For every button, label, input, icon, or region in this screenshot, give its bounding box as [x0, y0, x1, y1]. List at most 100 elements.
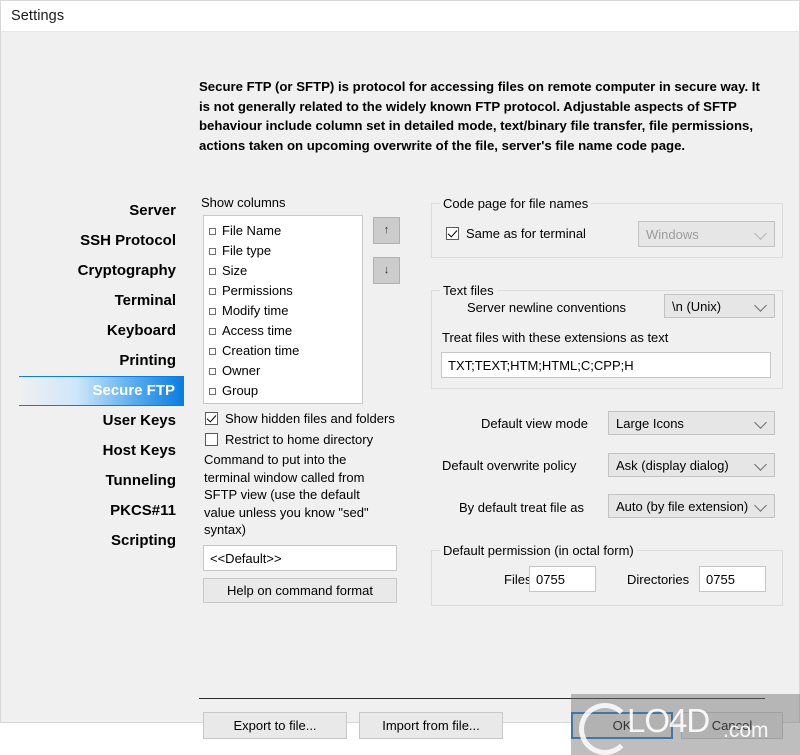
- directories-permission-value: 0755: [706, 571, 735, 587]
- list-item[interactable]: Access time: [209, 321, 362, 341]
- dialog-client-area: Secure FTP (or SFTP) is protocol for acc…: [1, 32, 800, 755]
- sidebar-item-user-keys[interactable]: User Keys: [19, 406, 184, 436]
- overwrite-policy-label: Default overwrite policy: [442, 458, 577, 473]
- same-as-terminal-label: Same as for terminal: [466, 226, 586, 241]
- list-item[interactable]: File type: [209, 241, 362, 261]
- move-column-down-button[interactable]: ↓: [373, 257, 400, 284]
- textfiles-group-label: Text files: [440, 283, 497, 298]
- same-as-terminal-checkbox[interactable]: Same as for terminal: [446, 226, 586, 241]
- treat-file-as-value: Auto (by file extension): [616, 498, 749, 514]
- command-input-value: <<Default>>: [210, 550, 282, 566]
- list-item[interactable]: Modify time: [209, 301, 362, 321]
- list-item[interactable]: Group: [209, 381, 362, 401]
- arrow-down-icon: ↓: [383, 264, 390, 276]
- description-text: Secure FTP (or SFTP) is protocol for acc…: [199, 79, 760, 153]
- list-item-label: Modify time: [222, 303, 289, 318]
- chevron-down-icon: [754, 458, 767, 471]
- show-hidden-files-label: Show hidden files and folders: [225, 411, 395, 426]
- move-column-up-button[interactable]: ↑: [373, 217, 400, 244]
- sidebar-item-keyboard[interactable]: Keyboard: [19, 316, 184, 346]
- sidebar-item-ssh-protocol[interactable]: SSH Protocol: [19, 226, 184, 256]
- checkbox-box-icon: [209, 367, 216, 375]
- sidebar-item-tunneling[interactable]: Tunneling: [19, 466, 184, 496]
- checkbox-box-icon: [209, 267, 216, 275]
- list-item-label: Creation time: [222, 343, 300, 358]
- sidebar-item-server[interactable]: Server: [19, 196, 184, 226]
- directories-permission-label: Directories: [627, 572, 690, 587]
- chevron-down-icon: [754, 227, 767, 240]
- list-item-label: Size: [222, 263, 248, 278]
- sidebar-item-cryptography[interactable]: Cryptography: [19, 256, 184, 286]
- export-to-file-button[interactable]: Export to file...: [203, 712, 347, 739]
- files-permission-value: 0755: [536, 571, 565, 587]
- export-button-label: Export to file...: [233, 718, 317, 733]
- server-newline-label: Server newline conventions: [467, 300, 626, 315]
- chevron-down-icon: [754, 299, 767, 312]
- default-view-mode-combobox[interactable]: Large Icons: [608, 411, 775, 435]
- list-item-label: Permissions: [222, 283, 293, 298]
- list-item-label: File Name: [222, 223, 282, 238]
- codepage-group-label: Code page for file names: [440, 196, 592, 211]
- cancel-button[interactable]: Cancel: [681, 712, 783, 739]
- import-button-label: Import from file...: [382, 718, 480, 733]
- extensions-value: TXT;TEXT;HTM;HTML;C;CPP;H: [448, 357, 634, 373]
- settings-category-list: Server SSH Protocol Cryptography Terminal Ke…: [19, 196, 184, 556]
- settings-window: Settings Secure FTP (or SFTP) is protoco…: [0, 0, 800, 755]
- ok-button[interactable]: OK: [571, 712, 673, 739]
- default-view-mode-label: Default view mode: [481, 416, 588, 431]
- checkbox-box-icon: [205, 412, 218, 425]
- list-item[interactable]: Owner: [209, 361, 362, 381]
- checkbox-box-icon: [209, 287, 216, 295]
- command-help-text: Command to put into the terminal window …: [204, 452, 369, 537]
- checkbox-box-icon: [209, 347, 216, 355]
- list-item-label: Access time: [222, 323, 293, 338]
- overwrite-policy-value: Ask (display dialog): [616, 457, 729, 473]
- default-permission-group-label: Default permission (in octal form): [440, 543, 637, 558]
- sidebar-item-secure-ftp[interactable]: Secure FTP: [19, 376, 184, 406]
- codepage-combobox[interactable]: Windows: [638, 221, 775, 247]
- ok-button-label: OK: [612, 718, 632, 733]
- list-item[interactable]: File Name: [209, 221, 362, 241]
- checkbox-box-icon: [209, 387, 216, 395]
- checkbox-box-icon: [209, 307, 216, 315]
- list-item[interactable]: Creation time: [209, 341, 362, 361]
- restrict-home-directory-checkbox[interactable]: Restrict to home directory: [205, 432, 373, 447]
- list-item-label: Owner: [222, 363, 261, 378]
- server-newline-value: \n (Unix): [672, 298, 722, 314]
- files-permission-input[interactable]: 0755: [529, 566, 596, 592]
- default-view-mode-value: Large Icons: [616, 415, 684, 431]
- checkbox-box-icon: [209, 227, 216, 235]
- list-item-label: Group: [222, 383, 259, 398]
- sidebar-item-scripting[interactable]: Scripting: [19, 526, 184, 556]
- checkbox-box-icon: [205, 433, 218, 446]
- server-newline-combobox[interactable]: \n (Unix): [664, 294, 775, 318]
- checkbox-box-icon: [209, 247, 216, 255]
- show-hidden-files-checkbox[interactable]: Show hidden files and folders: [205, 411, 395, 426]
- chevron-down-icon: [754, 499, 767, 512]
- sidebar-item-printing[interactable]: Printing: [19, 346, 184, 376]
- sidebar-item-terminal[interactable]: Terminal: [19, 286, 184, 316]
- overwrite-policy-combobox[interactable]: Ask (display dialog): [608, 453, 775, 477]
- checkbox-box-icon: [209, 327, 216, 335]
- cancel-button-label: Cancel: [711, 718, 753, 733]
- chevron-down-icon: [754, 416, 767, 429]
- list-item-label: File type: [222, 243, 272, 258]
- show-columns-label: Show columns: [201, 195, 286, 210]
- command-input[interactable]: <<Default>>: [203, 545, 397, 571]
- treat-file-as-label: By default treat file as: [459, 500, 585, 515]
- extensions-label: Treat files with these extensions as tex…: [442, 330, 669, 345]
- codepage-value: Windows: [646, 226, 699, 242]
- extensions-input[interactable]: TXT;TEXT;HTM;HTML;C;CPP;H: [441, 352, 771, 378]
- help-on-command-format-button[interactable]: Help on command format: [203, 578, 397, 603]
- sidebar-item-host-keys[interactable]: Host Keys: [19, 436, 184, 466]
- help-button-label: Help on command format: [227, 583, 373, 598]
- sidebar-item-pkcs-11[interactable]: PKCS#11: [19, 496, 184, 526]
- treat-file-as-combobox[interactable]: Auto (by file extension): [608, 494, 775, 518]
- directories-permission-input[interactable]: 0755: [699, 566, 766, 592]
- show-columns-listbox[interactable]: File Name File type Size Permissions Modify …: [203, 215, 363, 404]
- checkbox-box-icon: [446, 227, 459, 240]
- import-from-file-button[interactable]: Import from file...: [359, 712, 503, 739]
- arrow-up-icon: ↑: [383, 224, 390, 236]
- list-item[interactable]: Size: [209, 261, 362, 281]
- list-item[interactable]: Permissions: [209, 281, 362, 301]
